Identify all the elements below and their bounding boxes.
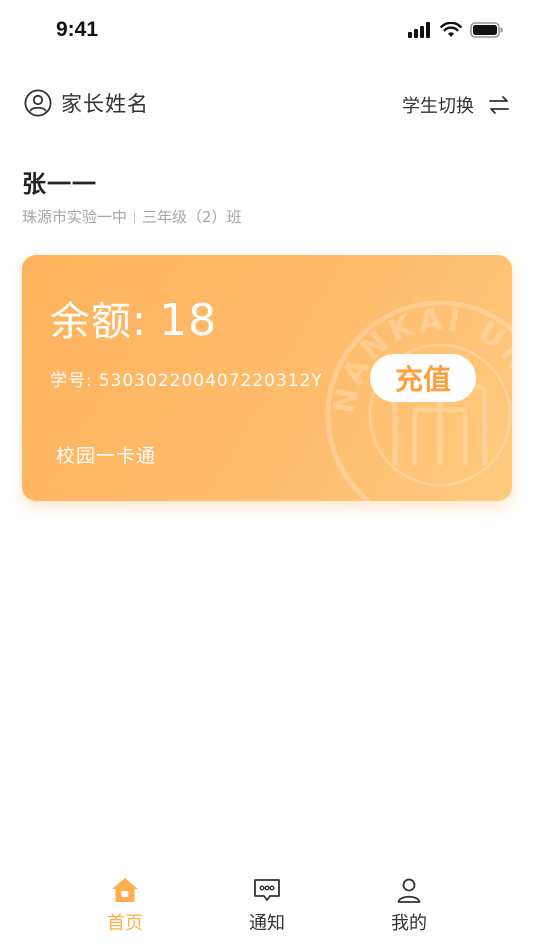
student-switch-label: 学生切换 [402,96,474,117]
user-circle-icon [24,89,52,117]
student-id: 学号: 530302200407220312Y [50,366,323,391]
tab-home[interactable]: 首页 [80,876,170,935]
parent-profile[interactable]: 家长姓名 [24,88,149,118]
tab-home-label: 首页 [107,913,143,934]
app-screen: 9:41 家长姓名 学生切换 张一一 珠源市实验一中 三年级（2）班 NANKA… [0,0,534,950]
bottom-tab-bar: 首页 通知 我的 [0,870,534,950]
meta-divider [134,210,136,223]
student-name: 张一一 [22,170,97,198]
recharge-button[interactable]: 充值 [370,354,476,402]
student-id-label: 学号: [50,371,93,391]
balance-label: 余额 [50,299,132,345]
balance-value: 18 [159,295,218,346]
signal-icon [408,22,430,38]
balance: 余额 : 18 [50,289,217,347]
student-class: 三年级（2）班 [142,208,242,226]
student-meta: 珠源市实验一中 三年级（2）班 [22,206,242,227]
balance-colon: : [132,296,148,345]
message-icon [254,879,280,901]
swap-arrows-icon [489,96,509,114]
tab-notice-label: 通知 [249,913,285,934]
status-time: 9:41 [56,18,99,41]
parent-name: 家长姓名 [61,92,149,116]
student-id-value: 530302200407220312Y [98,371,323,391]
status-icons [408,22,504,38]
tab-notice[interactable]: 通知 [222,876,312,935]
tab-mine-label: 我的 [391,913,427,934]
header: 家长姓名 学生切换 [24,88,510,122]
battery-icon [470,22,503,38]
student-school: 珠源市实验一中 [22,208,128,226]
home-icon [112,878,138,902]
wifi-icon [440,22,462,37]
student-switch-button[interactable]: 学生切换 [402,92,510,118]
card-title: 校园一卡通 [56,445,157,467]
status-bar: 9:41 [0,0,534,64]
campus-card[interactable]: NANKAI UNIV 余额 : 18 学号:53030220040722031… [22,255,512,501]
tab-mine[interactable]: 我的 [364,876,454,935]
user-icon [397,878,421,903]
